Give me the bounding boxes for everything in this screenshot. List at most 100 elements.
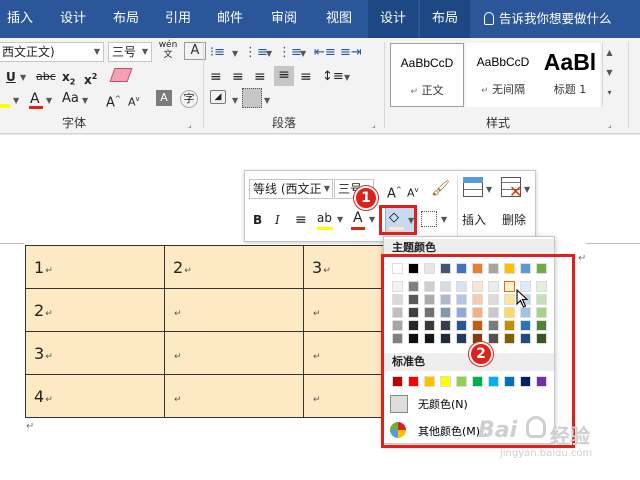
callout-badge-1: 1	[354, 186, 378, 210]
close-icon: ✕	[509, 182, 523, 201]
tab-insert[interactable]: 插入	[0, 0, 40, 38]
group-divider	[628, 42, 629, 128]
watermark-url: jingyan.baidu.com	[500, 448, 593, 459]
tab-mailings[interactable]: 邮件	[207, 0, 253, 38]
ribbon-home: 西文正文) ▼ 三号 ▼ wén 文 A U ▼ abc x2 x2 ▼ A ▼…	[0, 38, 640, 134]
distributed-icon[interactable]: ≡	[300, 68, 312, 86]
paragraph-mark: ↵	[26, 421, 35, 432]
bullets-icon[interactable]: ⁝≡	[210, 44, 225, 62]
paw-logo-icon	[526, 416, 546, 438]
chevron-down-icon: ▼	[369, 215, 376, 224]
font-color-icon[interactable]: A	[353, 209, 363, 227]
align-right-icon[interactable]: ≡	[254, 68, 266, 86]
tab-layout[interactable]: 布局	[103, 0, 149, 38]
highlight-color-icon[interactable]	[0, 104, 10, 108]
justify-icon[interactable]: ≡	[274, 66, 294, 86]
paragraph-mark: ↵	[578, 253, 587, 264]
group-divider	[203, 42, 204, 128]
subscript-icon[interactable]: x2	[62, 68, 75, 86]
grow-font-icon[interactable]: A^	[106, 90, 121, 110]
insert-label[interactable]: 插入	[457, 211, 491, 229]
style-preview: AaBl	[543, 49, 597, 75]
chevron-down-icon: ▼	[232, 49, 239, 58]
borders-icon[interactable]	[242, 88, 262, 108]
style-normal[interactable]: AaBbCcD ↵ 正文	[390, 43, 464, 107]
table-row: 4↵ ↵ ↵	[25, 374, 443, 418]
styles-scroll[interactable]: ▲ ▼ ▾	[602, 43, 616, 107]
chevron-down-icon: ▼	[323, 184, 330, 193]
dialog-launcher-icon[interactable]: ⌟	[372, 116, 376, 134]
tab-view[interactable]: 视图	[316, 0, 362, 38]
delete-label[interactable]: 删除	[497, 211, 531, 229]
delete-table-icon[interactable]: ✕ ▼	[497, 177, 531, 203]
align-center-icon[interactable]: ≡	[232, 68, 244, 86]
font-size-combo[interactable]: 三号 ▼	[108, 42, 152, 62]
style-name: 正文	[421, 84, 444, 97]
mini-font-name-value: 等线 (西文正	[253, 182, 322, 196]
chevron-down-icon: ▼	[337, 215, 344, 224]
style-heading-1[interactable]: AaBl 标题 1	[540, 43, 600, 107]
mini-borders-icon[interactable]	[421, 211, 437, 227]
dialog-launcher-icon[interactable]: ⌟	[188, 116, 192, 134]
table-cell[interactable]: ↵	[164, 288, 304, 332]
decrease-indent-icon[interactable]: ⇤≡	[314, 44, 336, 62]
style-no-spacing[interactable]: AaBbCcD ↵ 无间隔	[466, 43, 540, 107]
style-name: 标题 1	[553, 83, 587, 96]
superscript-icon[interactable]: x2	[84, 68, 97, 87]
table-cell[interactable]: 2↵	[25, 288, 165, 332]
multilevel-list-icon[interactable]: ⋮≡	[278, 44, 302, 62]
table-cell[interactable]: 4↵	[25, 374, 165, 418]
styles-group-label: 样式	[486, 116, 511, 130]
chevron-down-icon: ▼	[300, 49, 307, 58]
strikethrough-icon[interactable]: abc	[36, 68, 56, 86]
table-cell[interactable]: 3↵	[25, 331, 165, 375]
callout-badge-2: 2	[469, 342, 493, 366]
grow-font-icon[interactable]: A^	[387, 181, 402, 201]
table-cell[interactable]: 1↵	[25, 245, 165, 289]
chevron-down-icon: ▼	[344, 73, 351, 82]
paragraph-group-label: 段落	[272, 116, 297, 130]
font-size-value: 三号	[112, 45, 137, 59]
table-row: 3↵ ↵ ↵	[25, 331, 443, 375]
chevron-down-icon: ▼	[13, 96, 20, 105]
italic-icon[interactable]: I	[275, 211, 280, 229]
numbering-icon[interactable]: ⋮≡	[244, 44, 268, 62]
table-cell[interactable]: 2↵	[164, 245, 304, 289]
tab-review[interactable]: 审阅	[261, 0, 307, 38]
tab-design[interactable]: 设计	[50, 0, 96, 38]
enclose-char-icon[interactable]: 字	[180, 90, 198, 108]
table-cell[interactable]: ↵	[164, 331, 304, 375]
format-painter-icon[interactable]: 🖌	[431, 179, 450, 197]
style-preview: AaBbCcD	[400, 56, 454, 70]
highlight-icon[interactable]: ab	[317, 209, 332, 227]
shrink-font-icon[interactable]: Av	[128, 90, 140, 109]
mini-font-name[interactable]: 等线 (西文正 ▼	[249, 179, 333, 199]
tab-table-design[interactable]: 设计	[368, 0, 418, 38]
align-left-icon[interactable]: ≡	[210, 68, 222, 86]
tell-me-box[interactable]: 告诉我你想要做什么	[484, 0, 612, 38]
line-spacing-icon[interactable]: ↕≡	[322, 68, 344, 86]
insert-table-icon[interactable]: ▼	[459, 177, 493, 203]
chevron-down-icon: ▼	[46, 96, 53, 105]
increase-indent-icon[interactable]: ≡⇥	[340, 44, 362, 62]
center-icon[interactable]: ≡	[295, 211, 307, 229]
clear-formatting-icon[interactable]	[109, 68, 133, 82]
table-cell[interactable]: ↵	[164, 374, 304, 418]
chevron-down-icon: ▼	[232, 96, 239, 105]
phonetic-guide-button[interactable]: wén 文	[158, 40, 178, 62]
bold-icon[interactable]: B	[253, 211, 262, 229]
change-case-icon[interactable]: Aa	[62, 90, 79, 108]
tab-table-layout[interactable]: 布局	[420, 0, 470, 38]
chevron-down-icon: ▼	[82, 96, 89, 105]
dialog-launcher-icon[interactable]: ⌟	[608, 116, 612, 134]
font-name-combo[interactable]: 西文正文) ▼	[0, 42, 104, 62]
shading-icon[interactable]: ◢	[210, 90, 226, 104]
watermark-brand: Bai	[478, 418, 518, 443]
tab-references[interactable]: 引用	[155, 0, 201, 38]
chevron-down-icon: ▼	[266, 49, 273, 58]
shrink-font-icon[interactable]: Av	[407, 181, 419, 200]
underline-icon[interactable]: U	[6, 68, 16, 86]
char-shading-icon[interactable]: A	[156, 90, 172, 106]
chevron-down-icon: ▼	[20, 73, 27, 82]
chevron-down-icon: ▼	[486, 185, 493, 194]
